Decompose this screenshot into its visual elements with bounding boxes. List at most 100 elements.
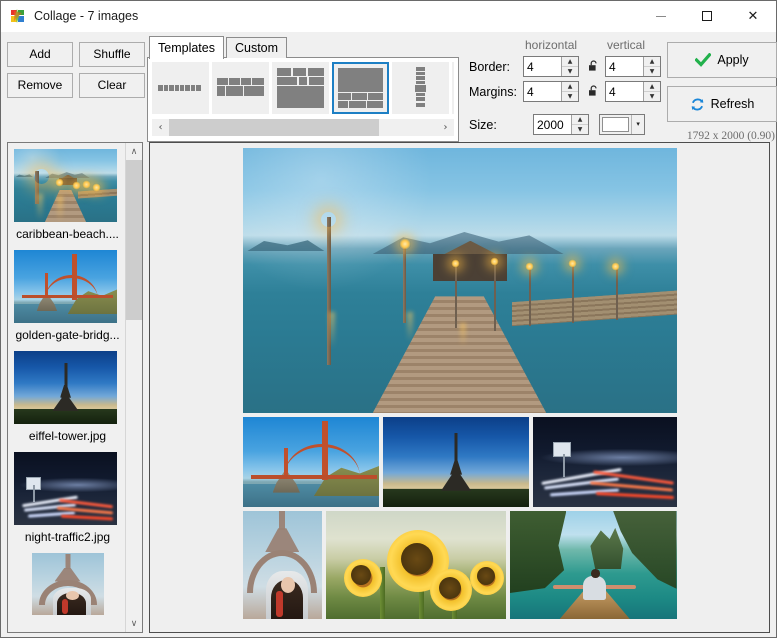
check-icon xyxy=(695,53,711,67)
spin-down-icon[interactable]: ▼ xyxy=(562,92,578,101)
border-label: Border: xyxy=(469,60,523,74)
margins-horizontal-input[interactable] xyxy=(524,82,561,101)
title-bar: Collage - 7 images ✕ xyxy=(1,1,776,32)
spin-up-icon[interactable]: ▲ xyxy=(644,82,660,92)
collage-cell-eiffel[interactable] xyxy=(383,417,528,507)
remove-button[interactable]: Remove xyxy=(7,73,73,98)
size-spinner[interactable]: ▲ ▼ xyxy=(533,114,589,135)
tab-templates[interactable]: Templates xyxy=(149,36,224,59)
list-item[interactable] xyxy=(14,553,121,626)
template-two-rows[interactable] xyxy=(212,62,269,114)
spin-down-icon[interactable]: ▼ xyxy=(562,67,578,76)
collage-cell-golden-gate[interactable] xyxy=(243,417,380,507)
background-color-picker[interactable]: ▾ xyxy=(599,114,645,135)
templates-scrollbar[interactable]: ‹ › xyxy=(152,119,454,136)
image-file-list[interactable]: caribbean-beach.... xyxy=(7,142,143,633)
clear-button[interactable]: Clear xyxy=(79,73,145,98)
border-horizontal-input[interactable] xyxy=(524,57,561,76)
window-controls: ✕ xyxy=(638,1,776,31)
apply-panel: Apply Refresh 1792 x 2000 (0.90) xyxy=(665,36,777,142)
minimize-icon xyxy=(656,16,666,17)
scrollbar-track[interactable] xyxy=(126,160,142,615)
template-strip[interactable] xyxy=(152,62,209,114)
close-icon: ✕ xyxy=(748,10,759,23)
size-input[interactable] xyxy=(534,115,571,134)
size-label: Size: xyxy=(469,118,523,132)
maximize-button[interactable] xyxy=(684,1,730,31)
templates-body: ‹ › xyxy=(147,57,459,142)
collage-row xyxy=(243,148,677,413)
margins-vertical-spinner[interactable]: ▲ ▼ xyxy=(605,81,661,102)
unlocked-padlock-icon xyxy=(588,85,600,98)
collage-row xyxy=(243,511,677,619)
settings-panel: horizontal vertical Border: ▲ ▼ xyxy=(459,36,665,142)
minimize-button[interactable] xyxy=(638,1,684,31)
tab-custom[interactable]: Custom xyxy=(226,37,287,58)
scroll-left-icon[interactable]: ‹ xyxy=(152,119,169,136)
chevron-down-icon[interactable]: ▾ xyxy=(631,115,644,134)
apply-button[interactable]: Apply xyxy=(667,42,777,78)
list-item[interactable]: night-traffic2.jpg xyxy=(14,452,121,550)
scrollbar-track[interactable] xyxy=(169,119,437,136)
file-list-scrollbar[interactable]: ∧ ∨ xyxy=(125,143,142,632)
collage-cell-sunflowers[interactable] xyxy=(326,511,506,619)
add-button[interactable]: Add xyxy=(7,42,73,67)
list-item[interactable]: caribbean-beach.... xyxy=(14,149,121,247)
border-lock-button[interactable] xyxy=(583,60,605,73)
main-area: caribbean-beach.... xyxy=(1,142,776,637)
border-vertical-spinner[interactable]: ▲ ▼ xyxy=(605,56,661,77)
thumbnail-pier[interactable] xyxy=(14,149,117,222)
list-item[interactable]: eiffel-tower.jpg xyxy=(14,351,121,449)
refresh-button[interactable]: Refresh xyxy=(667,86,777,122)
spin-down-icon[interactable]: ▼ xyxy=(644,92,660,101)
list-item[interactable]: golden-gate-bridg... xyxy=(14,250,121,348)
file-name: eiffel-tower.jpg xyxy=(14,424,121,449)
margins-lock-button[interactable] xyxy=(583,85,605,98)
file-name xyxy=(14,615,121,626)
template-vertical-strip[interactable] xyxy=(392,62,449,114)
template-hero-top[interactable] xyxy=(332,62,389,114)
spin-up-icon[interactable]: ▲ xyxy=(562,57,578,67)
collage-canvas xyxy=(243,148,677,632)
thumbnail-night-traffic[interactable] xyxy=(14,452,117,525)
color-swatch xyxy=(602,117,629,132)
close-button[interactable]: ✕ xyxy=(730,1,776,31)
vertical-header: vertical xyxy=(605,38,665,52)
collage-preview[interactable] xyxy=(149,142,770,633)
shuffle-button[interactable]: Shuffle xyxy=(79,42,145,67)
template-grid-top[interactable] xyxy=(272,62,329,114)
margins-label: Margins: xyxy=(469,85,523,99)
margins-horizontal-spinner[interactable]: ▲ ▼ xyxy=(523,81,579,102)
margins-vertical-input[interactable] xyxy=(606,82,643,101)
window-title: Collage - 7 images xyxy=(34,9,638,23)
scroll-right-icon[interactable]: › xyxy=(437,119,454,136)
collage-cell-night-traffic[interactable] xyxy=(533,417,677,507)
collage-window: Collage - 7 images ✕ Add Shuffle Remove … xyxy=(0,0,777,638)
spin-up-icon[interactable]: ▲ xyxy=(644,57,660,67)
spin-down-icon[interactable]: ▼ xyxy=(572,125,588,134)
border-vertical-input[interactable] xyxy=(606,57,643,76)
template-list[interactable] xyxy=(152,62,454,114)
thumbnail-golden-gate[interactable] xyxy=(14,250,117,323)
size-row: Size: ▲ ▼ ▾ xyxy=(469,114,665,135)
file-name: caribbean-beach.... xyxy=(14,222,121,247)
scroll-down-icon[interactable]: ∨ xyxy=(126,615,142,632)
collage-row xyxy=(243,417,677,507)
scrollbar-thumb[interactable] xyxy=(126,160,142,320)
scrollbar-thumb[interactable] xyxy=(169,119,379,136)
spin-up-icon[interactable]: ▲ xyxy=(572,115,588,125)
tab-strip: Templates Custom xyxy=(147,36,459,58)
thumbnail-eiffel[interactable] xyxy=(14,351,117,424)
template-two-columns[interactable] xyxy=(452,62,454,114)
border-horizontal-spinner[interactable]: ▲ ▼ xyxy=(523,56,579,77)
thumbnail-eiffel-selfie[interactable] xyxy=(32,553,104,615)
file-name: night-traffic2.jpg xyxy=(14,525,121,550)
collage-cell-eiffel-selfie[interactable] xyxy=(243,511,323,619)
collage-cell-pier[interactable] xyxy=(243,148,677,413)
spin-down-icon[interactable]: ▼ xyxy=(644,67,660,76)
refresh-icon xyxy=(690,97,705,112)
collage-cell-lagoon[interactable] xyxy=(510,511,677,619)
scroll-up-icon[interactable]: ∧ xyxy=(126,143,142,160)
spin-up-icon[interactable]: ▲ xyxy=(562,82,578,92)
apply-label: Apply xyxy=(717,53,748,67)
